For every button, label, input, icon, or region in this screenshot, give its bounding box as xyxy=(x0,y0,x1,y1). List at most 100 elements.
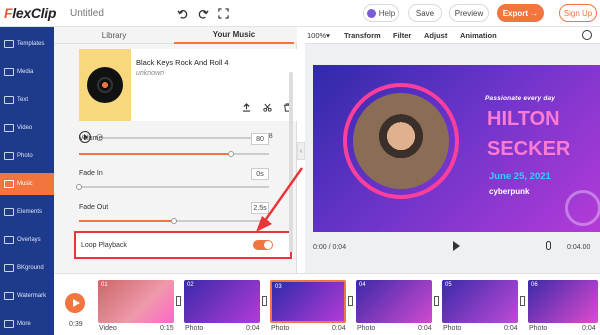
filter-button[interactable]: Filter xyxy=(393,31,411,40)
resize-icon[interactable] xyxy=(216,6,230,20)
toggle-knob xyxy=(264,241,272,249)
sidebar-item-label: Templates xyxy=(17,41,45,47)
vinyl-record-icon xyxy=(87,67,123,103)
track-artist: unknown xyxy=(136,70,165,77)
name-line-2[interactable]: SECKER xyxy=(487,139,570,159)
sidebar-item-label: Elements xyxy=(17,209,43,215)
loop-playback-label: Loop Playback xyxy=(81,242,127,249)
sidebar-item-video[interactable]: Video xyxy=(0,117,54,139)
zoom-dropdown[interactable]: 100%▾ xyxy=(307,31,330,40)
tab-your-music[interactable]: Your Music xyxy=(174,27,294,44)
logo-rest: lexClip xyxy=(12,5,57,21)
animation-button[interactable]: Animation xyxy=(460,31,497,40)
fade-out-slider-knob[interactable] xyxy=(171,218,177,224)
date-text[interactable]: June 25, 2021 xyxy=(489,171,551,182)
track-progress-bar[interactable] xyxy=(96,137,261,139)
export-button[interactable]: Export → xyxy=(497,4,544,22)
volume-slider[interactable] xyxy=(79,151,269,157)
tab-library[interactable]: Library xyxy=(54,27,174,44)
sidebar-item-watermark[interactable]: Watermark xyxy=(0,285,54,307)
loop-playback-toggle[interactable] xyxy=(253,240,273,250)
preview-stage[interactable]: Passionate every day HILTON SECKER June … xyxy=(313,65,600,232)
sidebar-item-label: Overlays xyxy=(17,237,41,243)
fade-out-label: Fade Out xyxy=(79,204,109,211)
sidebar-item-elements[interactable]: Elements xyxy=(0,201,54,223)
help-button[interactable]: Help xyxy=(363,4,399,22)
transition-marker[interactable] xyxy=(520,296,525,306)
sidebar-item-media[interactable]: Media xyxy=(0,61,54,83)
templates-icon xyxy=(4,40,14,48)
adjust-button[interactable]: Adjust xyxy=(424,31,447,40)
clip-type: Photo xyxy=(185,325,204,332)
scissors-icon[interactable] xyxy=(262,102,272,112)
timeline: 0:39 01 Video 0:15 02 Photo 0:04 03 Phot… xyxy=(54,273,600,335)
sidebar-item-label: Watermark xyxy=(17,293,47,299)
clock-icon[interactable] xyxy=(582,30,592,40)
preview-button[interactable]: Preview xyxy=(449,4,489,22)
music-icon xyxy=(4,180,14,188)
sidebar-item-templates[interactable]: Templates xyxy=(0,33,54,55)
sidebar-item-bkground[interactable]: BKground xyxy=(0,257,54,279)
volume-label: Volume xyxy=(79,135,103,142)
volume-slider-knob[interactable] xyxy=(228,151,234,157)
play-icon[interactable] xyxy=(453,241,460,251)
fade-out-slider-fill xyxy=(79,220,174,222)
clip-type: Photo xyxy=(443,325,462,332)
music-tabs: Library Your Music xyxy=(54,27,297,44)
text-icon xyxy=(4,96,14,104)
sidebar-item-more[interactable]: More xyxy=(0,313,54,335)
sidebar-item-photo[interactable]: Photo xyxy=(0,145,54,167)
clip-type: Photo xyxy=(357,325,376,332)
transform-button[interactable]: Transform xyxy=(344,31,381,40)
timeline-clip[interactable]: 04 xyxy=(356,280,432,323)
clip-duration: 0:04 xyxy=(504,325,518,332)
top-bar: FlexClip Help Save Preview Export → Sign… xyxy=(0,0,600,27)
playback-time: 0:00 / 0:04 xyxy=(313,244,347,251)
transition-marker[interactable] xyxy=(348,296,353,306)
annotation-arrow xyxy=(256,167,303,232)
clip-number: 03 xyxy=(275,284,282,290)
timeline-clip-selected[interactable]: 03 xyxy=(270,280,346,323)
project-title-input[interactable] xyxy=(66,3,162,23)
sidebar-item-music[interactable]: Music xyxy=(0,173,54,195)
transition-marker[interactable] xyxy=(434,296,439,306)
track-card[interactable]: Black Keys Rock And Roll 4 unknown xyxy=(79,49,321,121)
transition-marker[interactable] xyxy=(176,296,181,306)
sidebar-item-text[interactable]: Text xyxy=(0,89,54,111)
app-logo[interactable]: FlexClip xyxy=(4,5,56,21)
timeline-clip[interactable]: 01 xyxy=(98,280,174,323)
fade-in-label: Fade In xyxy=(79,170,103,177)
microphone-icon[interactable] xyxy=(546,241,551,250)
sidebar: Templates Media Text Video Photo Music E… xyxy=(0,27,54,335)
fade-in-slider-knob[interactable] xyxy=(76,184,82,190)
timeline-play-button[interactable] xyxy=(65,293,85,313)
sidebar-item-overlays[interactable]: Overlays xyxy=(0,229,54,251)
clip-type: Video xyxy=(99,325,117,332)
clip-duration: 0:04 xyxy=(582,325,596,332)
collapse-panel-handle[interactable]: ‹ xyxy=(297,142,305,160)
media-icon xyxy=(4,68,14,76)
clip-number: 04 xyxy=(359,282,366,288)
clip-number: 01 xyxy=(101,282,108,288)
watermark-icon xyxy=(4,292,14,300)
tagline-text[interactable]: Passionate every day xyxy=(485,95,555,102)
more-icon xyxy=(4,320,14,328)
name-line-1[interactable]: HILTON xyxy=(487,109,560,129)
redo-icon[interactable] xyxy=(196,6,210,20)
upload-icon[interactable] xyxy=(241,102,251,112)
timeline-clip[interactable]: 06 xyxy=(528,280,598,323)
canvas-area: 100%▾ Transform Filter Adjust Animation … xyxy=(305,27,600,273)
video-icon xyxy=(4,124,14,132)
sidebar-item-label: More xyxy=(17,321,31,327)
overlays-icon xyxy=(4,236,14,244)
sign-up-button[interactable]: Sign Up xyxy=(559,4,597,22)
album-art xyxy=(79,49,131,121)
clip-type: Photo xyxy=(529,325,548,332)
volume-value[interactable]: 80 xyxy=(251,133,269,145)
timeline-clip[interactable]: 05 xyxy=(442,280,518,323)
transition-marker[interactable] xyxy=(262,296,267,306)
tag-text[interactable]: cyberpunk xyxy=(489,187,529,196)
timeline-clip[interactable]: 02 xyxy=(184,280,260,323)
save-button[interactable]: Save xyxy=(408,4,442,22)
undo-icon[interactable] xyxy=(175,6,189,20)
